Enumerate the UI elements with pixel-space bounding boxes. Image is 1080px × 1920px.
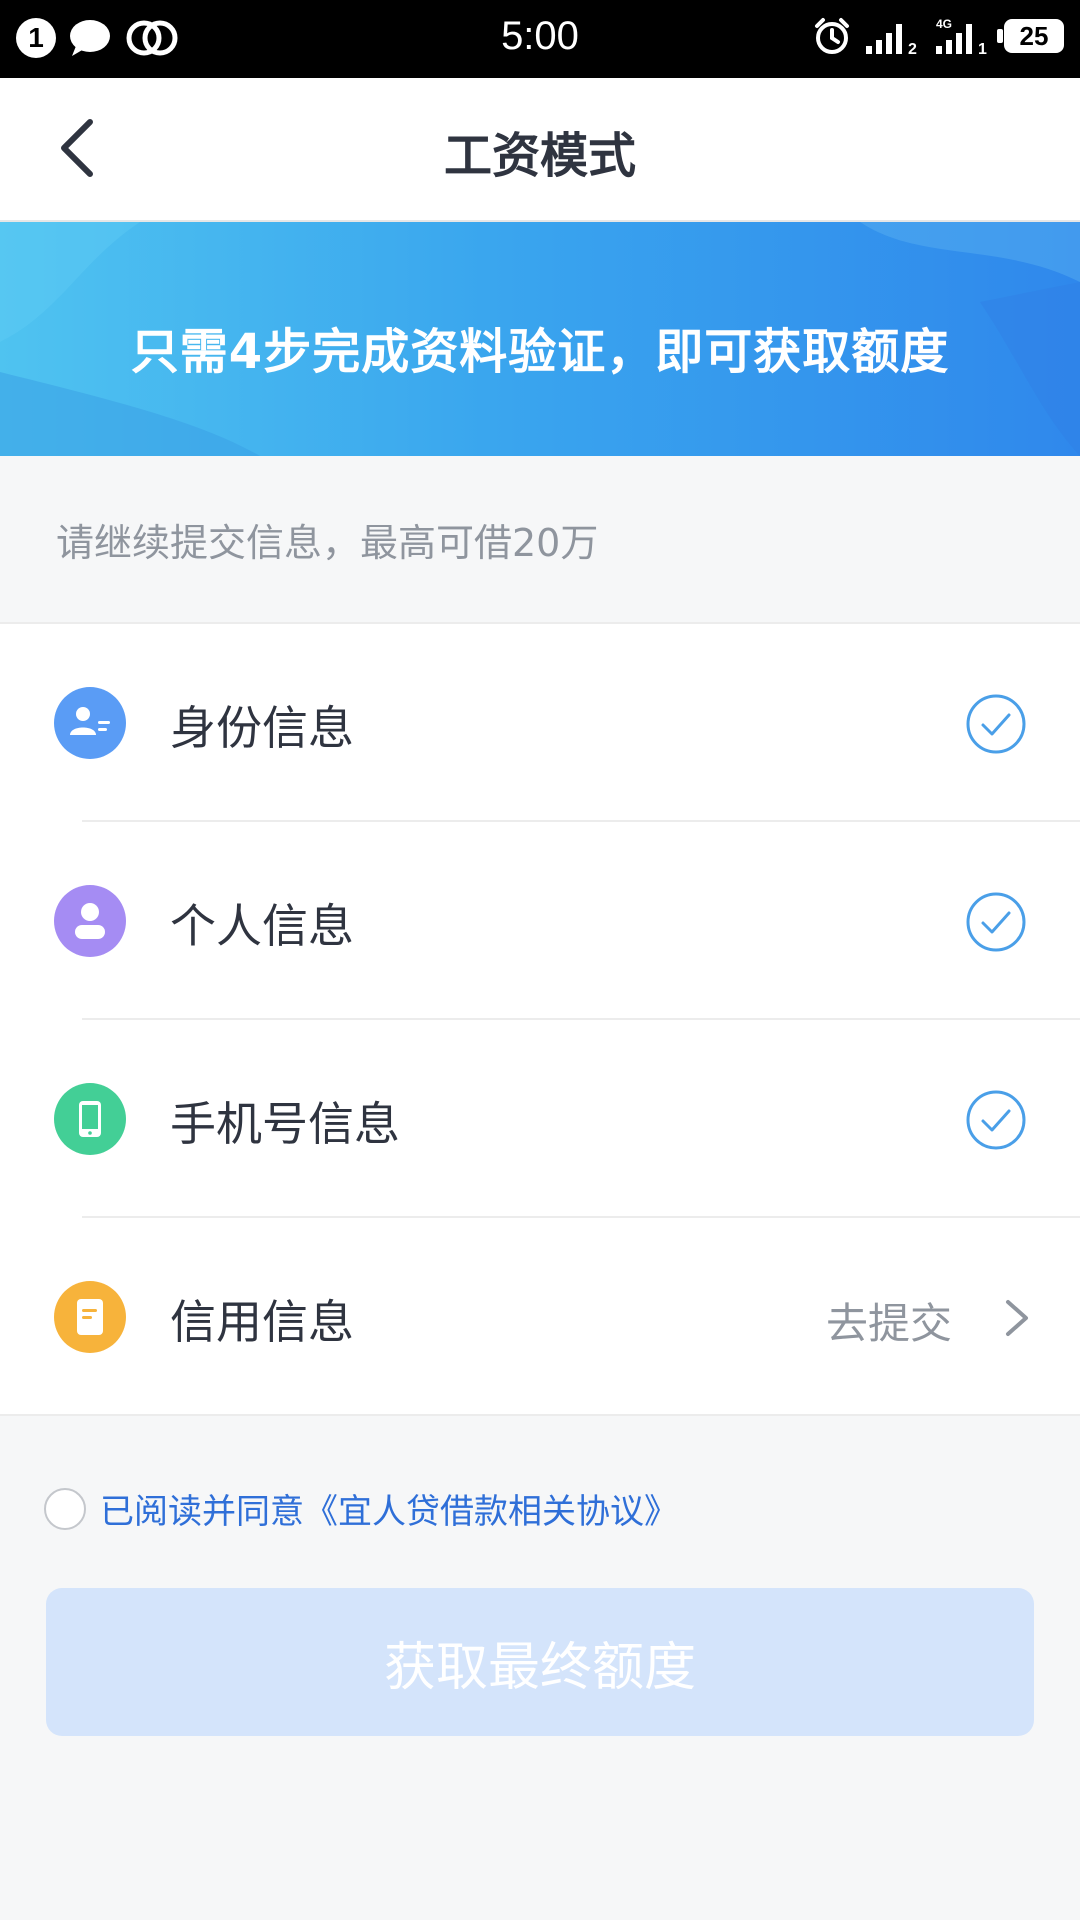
chevron-right-icon: [1006, 1300, 1028, 1336]
step-label: 身份信息: [170, 701, 354, 755]
verification-step-list: 身份信息 个人信息 手机号信息 信用信息 去提交: [0, 622, 1080, 1416]
banner-text: 只需4步完成资料验证，即可获取额度: [130, 324, 950, 380]
step-label: 个人信息: [170, 899, 354, 953]
id-card-icon: [54, 687, 126, 759]
page-title: 工资模式: [443, 128, 636, 184]
step-row-personal[interactable]: 个人信息: [0, 822, 1080, 1020]
step-row-identity[interactable]: 身份信息: [0, 624, 1080, 822]
get-final-limit-button[interactable]: 获取最终额度: [46, 1588, 1034, 1736]
nav-bar: 工资模式: [0, 78, 1080, 222]
check-circle-icon: [966, 892, 1026, 952]
hint-text: 请继续提交信息，最高可借20万: [56, 521, 599, 565]
phone-icon: [54, 1083, 126, 1155]
step-label: 信用信息: [170, 1295, 354, 1349]
agreement-row[interactable]: 已阅读并同意《宜人贷借款相关协议》: [44, 1484, 678, 1533]
agreement-radio[interactable]: [44, 1487, 86, 1530]
sim2-label: 1: [978, 41, 987, 56]
status-right-icons: 2 4G 1 25: [812, 16, 1064, 56]
agreement-link[interactable]: 已阅读并同意《宜人贷借款相关协议》: [100, 1484, 678, 1533]
signal-sim2-icon: 4G 1: [936, 17, 987, 56]
submit-credit-link[interactable]: 去提交: [826, 1290, 952, 1351]
step-row-phone[interactable]: 手机号信息: [0, 1020, 1080, 1218]
check-circle-icon: [966, 1090, 1026, 1150]
signal-sim1-icon: 2: [866, 24, 917, 56]
network-type-label: 4G: [936, 17, 952, 31]
promo-banner: 只需4步完成资料验证，即可获取额度: [0, 222, 1080, 456]
status-bar: 1 5:00 2 4G 1 25: [0, 0, 1080, 78]
step-row-credit[interactable]: 信用信息 去提交: [0, 1218, 1080, 1416]
document-icon: [54, 1281, 126, 1353]
alarm-icon: [815, 18, 849, 54]
step-label: 手机号信息: [170, 1097, 400, 1151]
person-icon: [54, 885, 126, 957]
sim1-label: 2: [908, 41, 917, 56]
check-circle-icon: [966, 694, 1026, 754]
battery-icon: 25: [997, 19, 1064, 53]
